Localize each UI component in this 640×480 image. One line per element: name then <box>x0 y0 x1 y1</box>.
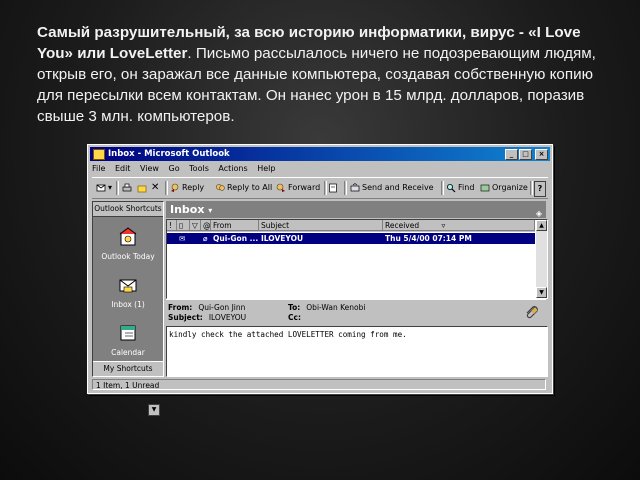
list-scrollbar[interactable]: ▲ ▼ <box>536 220 547 298</box>
print-button[interactable] <box>122 181 134 195</box>
shortcut-label: Inbox (1) <box>111 300 145 309</box>
message-from: Qui-Gon ... <box>213 234 259 243</box>
help-icon[interactable]: ? <box>534 181 546 197</box>
preview-header: From: Qui-Gon Jinn To: Obi-Wan Kenobi Subj… <box>166 299 546 326</box>
address-book-button[interactable] <box>328 181 340 195</box>
organize-label: Organize <box>492 183 528 192</box>
reply-all-icon <box>216 183 225 191</box>
outlook-window: Inbox - Microsoft Outlook _ □ × File Edit … <box>87 144 553 416</box>
message-received: Thu 5/4/00 07:14 PM <box>385 234 472 243</box>
print-icon <box>122 183 132 191</box>
col-importance[interactable]: ! <box>167 220 177 231</box>
status-bar: 1 Item, 1 Unread <box>92 379 546 390</box>
folder-icon <box>137 185 147 192</box>
send-receive-label: Send and Receive <box>362 183 434 192</box>
outlook-app-icon <box>93 149 105 160</box>
shortcut-outlook-today[interactable]: Outlook Today <box>93 226 163 261</box>
folder-title[interactable]: Inbox <box>170 203 204 216</box>
menu-actions[interactable]: Actions <box>218 164 247 173</box>
organize-icon <box>480 184 490 191</box>
reply-label: Reply <box>182 183 205 192</box>
menu-help[interactable]: Help <box>257 164 275 173</box>
envelope-icon: ✉ <box>179 234 186 243</box>
message-list: ! ▯ ▽ @ From Subject Received ▿ ✉ ⌀ Qui-… <box>166 219 548 299</box>
to-label: To: <box>288 303 301 312</box>
message-body-text: kindly check the attached LOVELETTER com… <box>169 330 407 339</box>
paperclip-icon[interactable] <box>524 304 540 320</box>
forward-label: Forward <box>288 183 321 192</box>
col-from[interactable]: From <box>211 220 259 231</box>
slide-caption: Самый разрушительный, за всю историю инф… <box>37 22 597 127</box>
find-button[interactable]: Find <box>446 181 474 195</box>
preview-to: Obi-Wan Kenobi <box>306 303 366 312</box>
forward-icon <box>276 183 285 192</box>
title-bar[interactable]: Inbox - Microsoft Outlook _ □ × <box>90 147 550 161</box>
shortcuts-scroll-down-icon[interactable]: ▼ <box>148 404 160 416</box>
move-folder-button[interactable] <box>137 181 149 195</box>
shortcut-label: Calendar <box>111 348 145 357</box>
outlook-today-icon <box>119 227 137 246</box>
inbox-icon <box>119 279 137 293</box>
outlook-shortcuts-bar: Outlook Shortcuts Outlook Today Inbox (1… <box>92 201 164 416</box>
preview-body[interactable]: kindly check the attached LOVELETTER com… <box>166 326 548 377</box>
my-shortcuts-button[interactable]: My Shortcuts <box>93 361 163 376</box>
cc-label: Cc: <box>288 313 301 322</box>
minimize-button[interactable]: _ <box>505 149 518 160</box>
new-mail-icon <box>96 184 106 191</box>
address-book-icon <box>329 183 337 192</box>
column-headers: ! ▯ ▽ @ From Subject Received ▿ <box>167 220 535 232</box>
send-receive-button[interactable]: Send and Receive <box>350 181 434 195</box>
find-icon <box>447 183 456 192</box>
menu-edit[interactable]: Edit <box>115 164 131 173</box>
subject-label: Subject: <box>168 313 203 322</box>
col-subject[interactable]: Subject <box>259 220 383 231</box>
reply-all-label: Reply to All <box>227 183 273 192</box>
col-icon[interactable]: ▯ <box>177 220 190 231</box>
close-button[interactable]: × <box>535 149 548 160</box>
shortcut-inbox[interactable]: Inbox (1) <box>93 274 163 309</box>
preview-from: Qui-Gon Jinn <box>198 303 246 312</box>
shortcuts-header[interactable]: Outlook Shortcuts <box>93 202 163 217</box>
from-label: From: <box>168 303 193 312</box>
message-row[interactable]: ✉ ⌀ Qui-Gon ... ILOVEYOU Thu 5/4/00 07:1… <box>167 233 535 244</box>
col-flag[interactable]: ▽ <box>190 220 201 231</box>
col-attachment[interactable]: @ <box>201 220 211 231</box>
find-label: Find <box>458 183 475 192</box>
scroll-down-icon[interactable]: ▼ <box>536 287 547 298</box>
reply-icon <box>171 183 179 192</box>
toolbar: ▾ ✕ Reply Reply to All Forward Send and … <box>92 177 548 199</box>
delete-icon[interactable]: ✕ <box>151 181 159 195</box>
shortcut-calendar[interactable]: Calendar <box>93 322 163 357</box>
calendar-icon <box>120 325 136 341</box>
shortcut-label: Outlook Today <box>101 252 155 261</box>
send-receive-icon <box>350 182 360 191</box>
menu-bar: File Edit View Go Tools Actions Help <box>92 163 282 175</box>
menu-file[interactable]: File <box>92 164 105 173</box>
reply-all-button[interactable]: Reply to All <box>215 181 272 195</box>
scroll-up-icon[interactable]: ▲ <box>536 220 547 231</box>
reply-button[interactable]: Reply <box>170 181 204 195</box>
attachment-icon: ⌀ <box>203 234 208 243</box>
new-mail-button[interactable]: ▾ <box>96 181 112 195</box>
menu-go[interactable]: Go <box>169 164 180 173</box>
col-received[interactable]: Received ▿ <box>383 220 535 231</box>
folder-banner: Inbox ▾ ◈ <box>166 201 546 218</box>
forward-button[interactable]: Forward <box>276 181 320 195</box>
message-subject: ILOVEYOU <box>261 234 304 243</box>
preview-subject: ILOVEYOU <box>208 313 247 322</box>
organize-button[interactable]: Organize <box>480 181 528 195</box>
menu-view[interactable]: View <box>140 164 159 173</box>
menu-tools[interactable]: Tools <box>189 164 209 173</box>
maximize-button[interactable]: □ <box>519 149 532 160</box>
window-title: Inbox - Microsoft Outlook <box>108 149 230 159</box>
